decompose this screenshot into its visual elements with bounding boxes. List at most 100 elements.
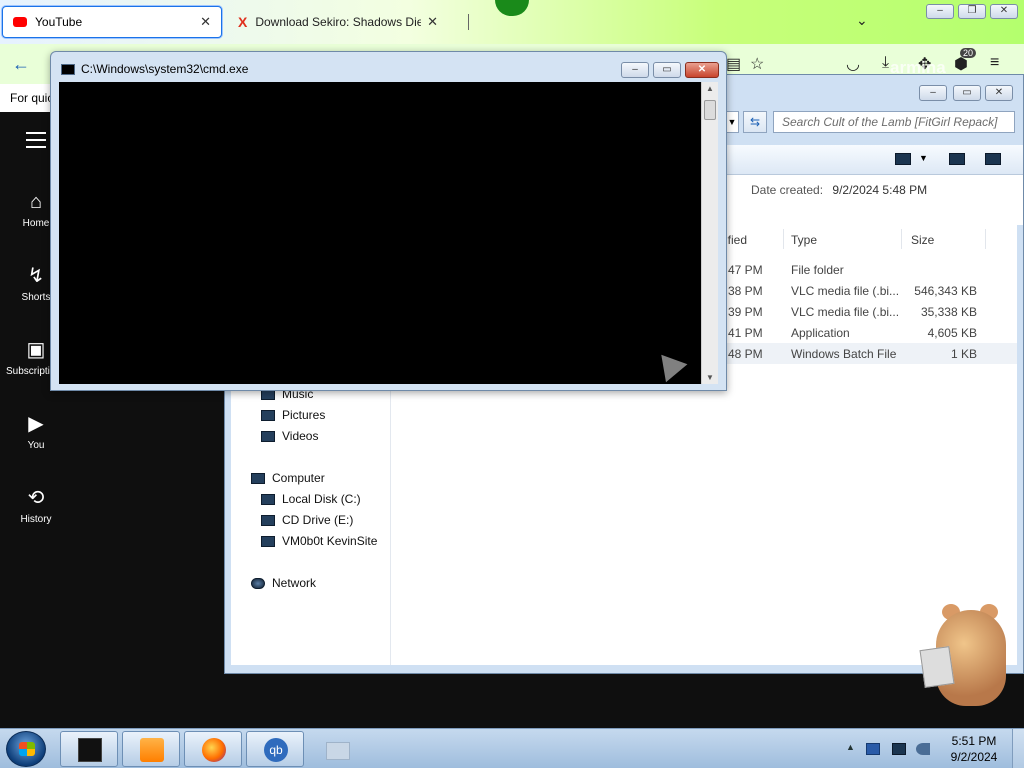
close-window-button[interactable]: ✕ xyxy=(685,62,719,78)
console-icon xyxy=(61,63,75,75)
explorer-icon xyxy=(326,742,350,760)
cell-modified: 38 PM xyxy=(728,284,763,298)
maximize-button[interactable]: ▭ xyxy=(653,62,681,78)
network-icon xyxy=(251,577,265,589)
column-divider[interactable] xyxy=(783,229,784,249)
pocket-icon[interactable]: ◡ xyxy=(846,54,860,74)
close-window-button[interactable]: ✕ xyxy=(985,85,1013,101)
cell-type: Windows Batch File xyxy=(791,347,897,361)
taskbar-firefox[interactable] xyxy=(184,731,242,767)
minimize-button[interactable]: – xyxy=(621,62,649,78)
youtube-icon xyxy=(13,17,27,27)
cell-modified: 48 PM xyxy=(728,347,763,361)
drive-icon xyxy=(261,493,275,505)
nav-label: Pictures xyxy=(282,408,326,422)
tab-youtube[interactable]: YouTube ✕ xyxy=(2,6,222,38)
nav-item-network[interactable]: Network xyxy=(251,576,316,590)
cell-modified: 41 PM xyxy=(728,326,763,340)
scrollbar[interactable]: ▲ ▼ xyxy=(701,82,718,384)
column-header-type[interactable]: Type xyxy=(791,233,817,247)
clock-time: 5:51 PM xyxy=(951,734,997,748)
cell-type: File folder xyxy=(791,263,844,277)
nav-label: Network xyxy=(272,576,317,590)
search-input[interactable]: Search Cult of the Lamb [FitGirl Repack] xyxy=(773,111,1015,133)
preview-pane-icon[interactable] xyxy=(949,153,965,165)
tab-list-button[interactable]: ⌄ xyxy=(856,12,868,29)
minimize-button[interactable]: – xyxy=(919,85,947,101)
theme-decoration xyxy=(495,0,529,16)
tab-label: YouTube xyxy=(35,15,83,29)
history-icon: ⟲ xyxy=(27,487,45,509)
x-site-icon: X xyxy=(238,14,248,30)
hamster-desktop-pet[interactable] xyxy=(919,600,1010,710)
cell-type: VLC media file (.bi... xyxy=(791,284,900,298)
cmd-icon xyxy=(78,738,102,762)
reader-view-icon[interactable]: ▤ xyxy=(726,54,741,74)
tab-sekiro-download[interactable]: X Download Sekiro: Shadows Die ✕ xyxy=(228,6,448,38)
nav-item-cd-drive[interactable]: CD Drive (E:) xyxy=(261,513,353,527)
cell-size: 546,343 KB xyxy=(914,284,977,298)
taskbar-cmd[interactable] xyxy=(60,731,118,767)
newspaper-icon xyxy=(919,646,955,688)
cmd-window[interactable]: C:\Windows\system32\cmd.exe – ▭ ✕ ▲ ▼ xyxy=(50,51,727,391)
restore-button[interactable]: ❐ xyxy=(958,4,986,19)
tray-expand-icon[interactable]: ▲ xyxy=(846,742,855,752)
you-icon: ▶ xyxy=(28,413,44,435)
menu-icon[interactable]: ≡ xyxy=(990,54,999,72)
console-output[interactable] xyxy=(59,82,701,384)
column-divider[interactable] xyxy=(985,229,986,249)
videos-icon xyxy=(261,430,275,442)
sidebar-item-label: History xyxy=(20,514,52,525)
flag-icon[interactable] xyxy=(866,743,880,755)
back-arrow-icon[interactable]: ← xyxy=(12,54,30,75)
download-icon[interactable]: ⤓ xyxy=(882,54,889,72)
tab-divider xyxy=(468,14,469,30)
computer-icon xyxy=(251,472,265,484)
chevron-down-icon[interactable]: ▼ xyxy=(919,153,928,163)
hamburger-menu-icon[interactable] xyxy=(26,132,46,153)
scroll-down-icon[interactable]: ▼ xyxy=(706,373,714,382)
refresh-icon[interactable]: ⇆ xyxy=(743,111,767,133)
scroll-thumb[interactable] xyxy=(704,100,716,120)
minimize-button[interactable]: – xyxy=(926,4,954,19)
close-window-button[interactable]: ✕ xyxy=(990,4,1018,19)
system-clock[interactable]: 5:51 PM 9/2/2024 xyxy=(942,733,1006,765)
close-icon[interactable]: ✕ xyxy=(427,14,438,30)
windows-logo-icon xyxy=(19,742,35,756)
nav-label: Computer xyxy=(272,471,325,485)
column-header-size[interactable]: Size xyxy=(911,233,934,247)
nav-item-computer[interactable]: Computer xyxy=(251,471,325,485)
window-title-text: C:\Windows\system32\cmd.exe xyxy=(81,62,249,76)
address-dropdown-icon[interactable]: ▼ xyxy=(725,111,739,133)
sidebar-item-label: You xyxy=(27,440,45,451)
column-divider[interactable] xyxy=(901,229,902,249)
view-options-icon[interactable] xyxy=(895,153,911,165)
column-header-date-modified[interactable]: ified xyxy=(725,233,747,247)
cell-type: VLC media file (.bi... xyxy=(791,305,900,319)
sidebar-item-you[interactable]: ▶ You xyxy=(0,412,72,451)
help-icon[interactable] xyxy=(985,153,1001,165)
window-title: C:\Windows\system32\cmd.exe xyxy=(61,62,248,76)
taskbar-explorer[interactable] xyxy=(308,731,366,767)
nav-item-network-share[interactable]: VM0b0t KevinSite xyxy=(261,534,377,548)
close-icon[interactable]: ✕ xyxy=(200,14,211,30)
nav-item-pictures[interactable]: Pictures xyxy=(261,408,325,422)
network-tray-icon[interactable] xyxy=(892,743,906,755)
maximize-button[interactable]: ▭ xyxy=(953,85,981,101)
nav-item-videos[interactable]: Videos xyxy=(261,429,318,443)
nav-label: Local Disk (C:) xyxy=(282,492,361,506)
start-button[interactable] xyxy=(6,731,46,767)
show-desktop-button[interactable] xyxy=(1012,729,1024,768)
taskbar-qbittorrent[interactable]: qb xyxy=(246,731,304,767)
tab-label: Download Sekiro: Shadows Die xyxy=(255,15,422,29)
sidebar-item-history[interactable]: ⟲ History xyxy=(0,486,72,525)
scroll-up-icon[interactable]: ▲ xyxy=(706,84,714,93)
volume-icon[interactable] xyxy=(916,743,930,755)
taskbar-vlc[interactable] xyxy=(122,731,180,767)
cell-size: 1 KB xyxy=(950,347,977,361)
bookmark-star-icon[interactable]: ☆ xyxy=(750,54,764,74)
taskbar: qb ▲ 5:51 PM 9/2/2024 xyxy=(0,728,1024,768)
date-created: Date created: 9/2/2024 5:48 PM xyxy=(751,183,927,197)
cell-modified: 47 PM xyxy=(728,263,763,277)
nav-item-local-disk[interactable]: Local Disk (C:) xyxy=(261,492,361,506)
